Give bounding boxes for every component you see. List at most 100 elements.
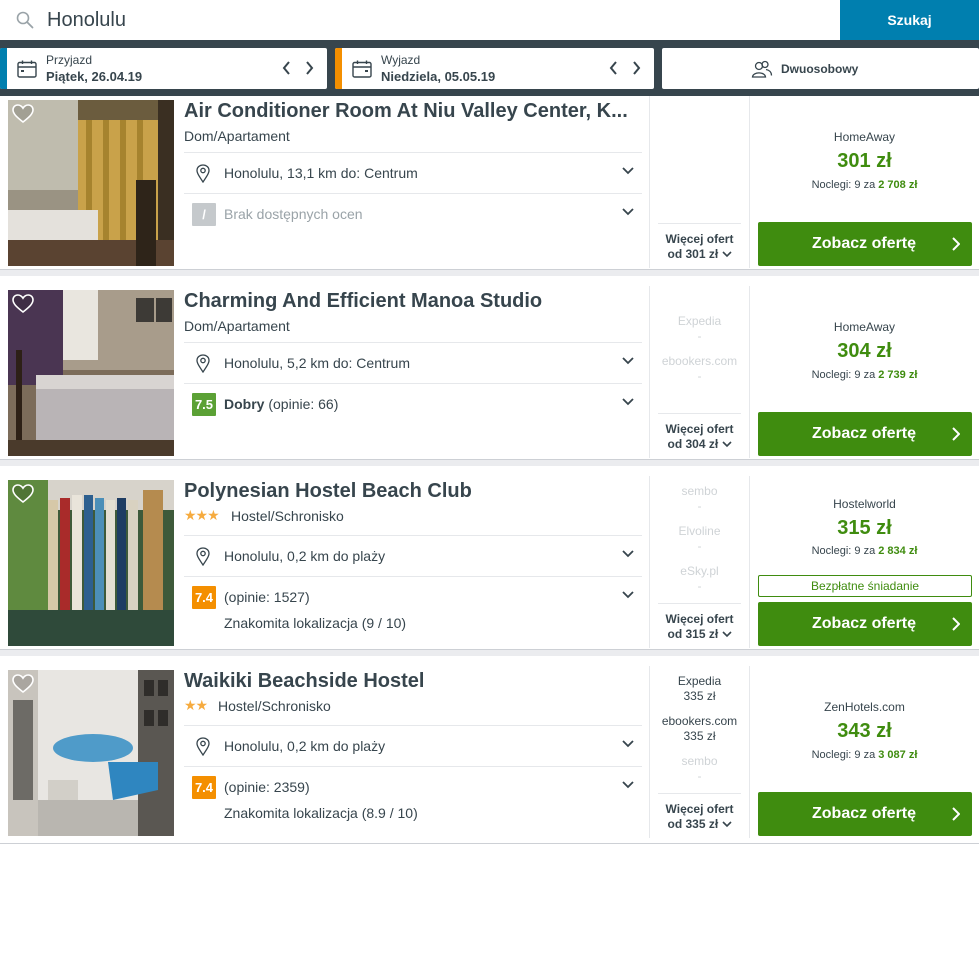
- partner-offer[interactable]: Expedia -: [650, 314, 749, 344]
- rating-row[interactable]: 7.5 Dobry (opinie: 66): [184, 383, 642, 424]
- rating-badge: 7.4: [192, 586, 216, 609]
- location-text: Honolulu, 0,2 km do plaży: [224, 548, 386, 564]
- hotel-type: Dom/Apartament: [184, 128, 290, 144]
- view-offer-button[interactable]: Zobacz ofertę: [758, 792, 972, 836]
- hotel-photo[interactable]: [8, 480, 174, 646]
- view-offer-label: Zobacz ofertę: [812, 425, 917, 442]
- deal-price[interactable]: 304 zł: [750, 340, 979, 363]
- more-offers-price: od 335 zł: [667, 817, 719, 831]
- location-pin-icon: [196, 164, 210, 183]
- favorite-heart-icon[interactable]: [12, 104, 34, 124]
- hotel-photo[interactable]: [8, 290, 174, 456]
- hotel-title[interactable]: Charming And Efficient Manoa Studio: [184, 290, 640, 313]
- more-offers-label: Więcej ofert: [665, 802, 734, 816]
- location-row[interactable]: Honolulu, 0,2 km do plaży: [184, 725, 642, 766]
- chevron-down-icon: [721, 821, 732, 828]
- deal-price[interactable]: 315 zł: [750, 517, 979, 540]
- nights-total: Noclegi: 9 za 3 087 zł: [811, 749, 918, 761]
- star-rating-icons: ★★★: [184, 507, 220, 523]
- hotel-listing: Charming And Efficient Manoa Studio Dom/…: [0, 286, 979, 466]
- hotel-photo[interactable]: [8, 670, 174, 836]
- rating-row[interactable]: / Brak dostępnych ocen: [184, 193, 642, 234]
- checkin-date-picker[interactable]: Przyjazd Piątek, 26.04.19: [0, 48, 327, 89]
- location-score: Znakomita lokalizacja (9 / 10): [224, 615, 407, 631]
- location-row[interactable]: Honolulu, 13,1 km do: Centrum: [184, 152, 642, 193]
- rating-word: Dobry: [224, 396, 265, 412]
- nights-total: Noclegi: 9 za 2 739 zł: [811, 369, 918, 381]
- hotel-title[interactable]: Waikiki Beachside Hostel: [184, 670, 640, 693]
- hotel-type: Hostel/Schronisko: [231, 508, 344, 524]
- other-offers: Więcej ofert od 301 zł: [650, 96, 749, 268]
- guests-icon: [751, 60, 773, 78]
- room-type-selector[interactable]: Dwuosobowy: [662, 48, 979, 89]
- location-text: Honolulu, 13,1 km do: Centrum: [224, 165, 418, 181]
- more-offers-button[interactable]: Więcej ofert od 301 zł: [658, 223, 741, 263]
- rating-row[interactable]: 7.4 (opinie: 2359) Znakomita lokalizacja…: [184, 766, 642, 832]
- more-offers-price: od 304 zł: [667, 437, 719, 451]
- rating-text: (opinie: 2359): [224, 779, 310, 795]
- chevron-down-icon[interactable]: [622, 550, 634, 558]
- hotel-title[interactable]: Air Conditioner Room At Niu Valley Cente…: [184, 100, 640, 123]
- date-stepper-arrows-icon[interactable]: [608, 60, 644, 76]
- favorite-heart-icon[interactable]: [12, 484, 34, 504]
- hotel-type: Dom/Apartament: [184, 318, 290, 334]
- view-offer-label: Zobacz ofertę: [812, 615, 917, 632]
- hotel-photo[interactable]: [8, 100, 174, 266]
- deal-provider: ZenHotels.com: [824, 700, 905, 714]
- partner-offer[interactable]: ebookers.com -: [650, 354, 749, 384]
- location-text: Honolulu, 5,2 km do: Centrum: [224, 355, 410, 371]
- partner-offer[interactable]: Expedia 335 zł: [650, 674, 749, 704]
- chevron-down-icon[interactable]: [622, 740, 634, 748]
- view-offer-button[interactable]: Zobacz ofertę: [758, 222, 972, 266]
- chevron-down-icon[interactable]: [622, 398, 634, 406]
- partner-offer[interactable]: ebookers.com 335 zł: [650, 714, 749, 744]
- star-rating-icons: ★★: [184, 697, 208, 713]
- nights-total: Noclegi: 9 za 2 708 zł: [811, 179, 918, 191]
- more-offers-label: Więcej ofert: [665, 422, 734, 436]
- search-bar: Szukaj: [0, 0, 979, 40]
- partner-offer[interactable]: sembo -: [650, 754, 749, 784]
- partner-offer[interactable]: Elvoline -: [650, 524, 749, 554]
- chevron-down-icon[interactable]: [622, 591, 634, 599]
- location-score: Znakomita lokalizacja (8.9 / 10): [224, 805, 418, 821]
- partner-offer[interactable]: sembo -: [650, 484, 749, 514]
- location-row[interactable]: Honolulu, 5,2 km do: Centrum: [184, 342, 642, 383]
- deal-price[interactable]: 301 zł: [750, 150, 979, 173]
- hotel-listing: Air Conditioner Room At Niu Valley Cente…: [0, 96, 979, 276]
- deal-provider: HomeAway: [833, 320, 896, 334]
- chevron-down-icon[interactable]: [622, 781, 634, 789]
- listing-separator: [0, 843, 979, 844]
- favorite-heart-icon[interactable]: [12, 674, 34, 694]
- hotel-title[interactable]: Polynesian Hostel Beach Club: [184, 480, 640, 503]
- more-offers-button[interactable]: Więcej ofert od 315 zł: [658, 603, 741, 643]
- view-offer-button[interactable]: Zobacz ofertę: [758, 602, 972, 646]
- hotel-type: Hostel/Schronisko: [218, 698, 331, 714]
- rating-row[interactable]: 7.4 (opinie: 1527) Znakomita lokalizacja…: [184, 576, 642, 642]
- chevron-down-icon: [721, 631, 732, 638]
- rating-text: Dobry (opinie: 66): [224, 396, 339, 412]
- more-offers-button[interactable]: Więcej ofert od 335 zł: [658, 793, 741, 833]
- location-row[interactable]: Honolulu, 0,2 km do plaży: [184, 535, 642, 576]
- nights-total: Noclegi: 9 za 2 834 zł: [811, 545, 918, 557]
- favorite-heart-icon[interactable]: [12, 294, 34, 314]
- checkin-accent: [0, 48, 7, 89]
- more-offers-button[interactable]: Więcej ofert od 304 zł: [658, 413, 741, 453]
- chevron-down-icon[interactable]: [622, 167, 634, 175]
- chevron-down-icon[interactable]: [622, 208, 634, 216]
- date-stepper-arrows-icon[interactable]: [281, 60, 317, 76]
- listing-separator: [0, 459, 979, 466]
- more-offers-price: od 315 zł: [667, 627, 719, 641]
- best-deal: HomeAway 301 zł Noclegi: 9 za 2 708 zł Z…: [750, 96, 979, 268]
- checkout-value: Niedziela, 05.05.19: [381, 69, 496, 84]
- partner-offer[interactable]: eSky.pl -: [650, 564, 749, 594]
- rating-text: (opinie: 1527): [224, 589, 310, 605]
- other-offers: sembo - Elvoline - eSky.pl - Więcej ofert o…: [650, 476, 749, 648]
- chevron-down-icon[interactable]: [622, 357, 634, 365]
- deal-price[interactable]: 343 zł: [750, 720, 979, 743]
- search-button[interactable]: Szukaj: [840, 0, 979, 40]
- search-input[interactable]: [47, 6, 827, 34]
- chevron-right-icon: [952, 237, 960, 251]
- view-offer-button[interactable]: Zobacz ofertę: [758, 412, 972, 456]
- best-deal: Hostelworld 315 zł Noclegi: 9 za 2 834 z…: [750, 476, 979, 648]
- checkout-date-picker[interactable]: Wyjazd Niedziela, 05.05.19: [335, 48, 654, 89]
